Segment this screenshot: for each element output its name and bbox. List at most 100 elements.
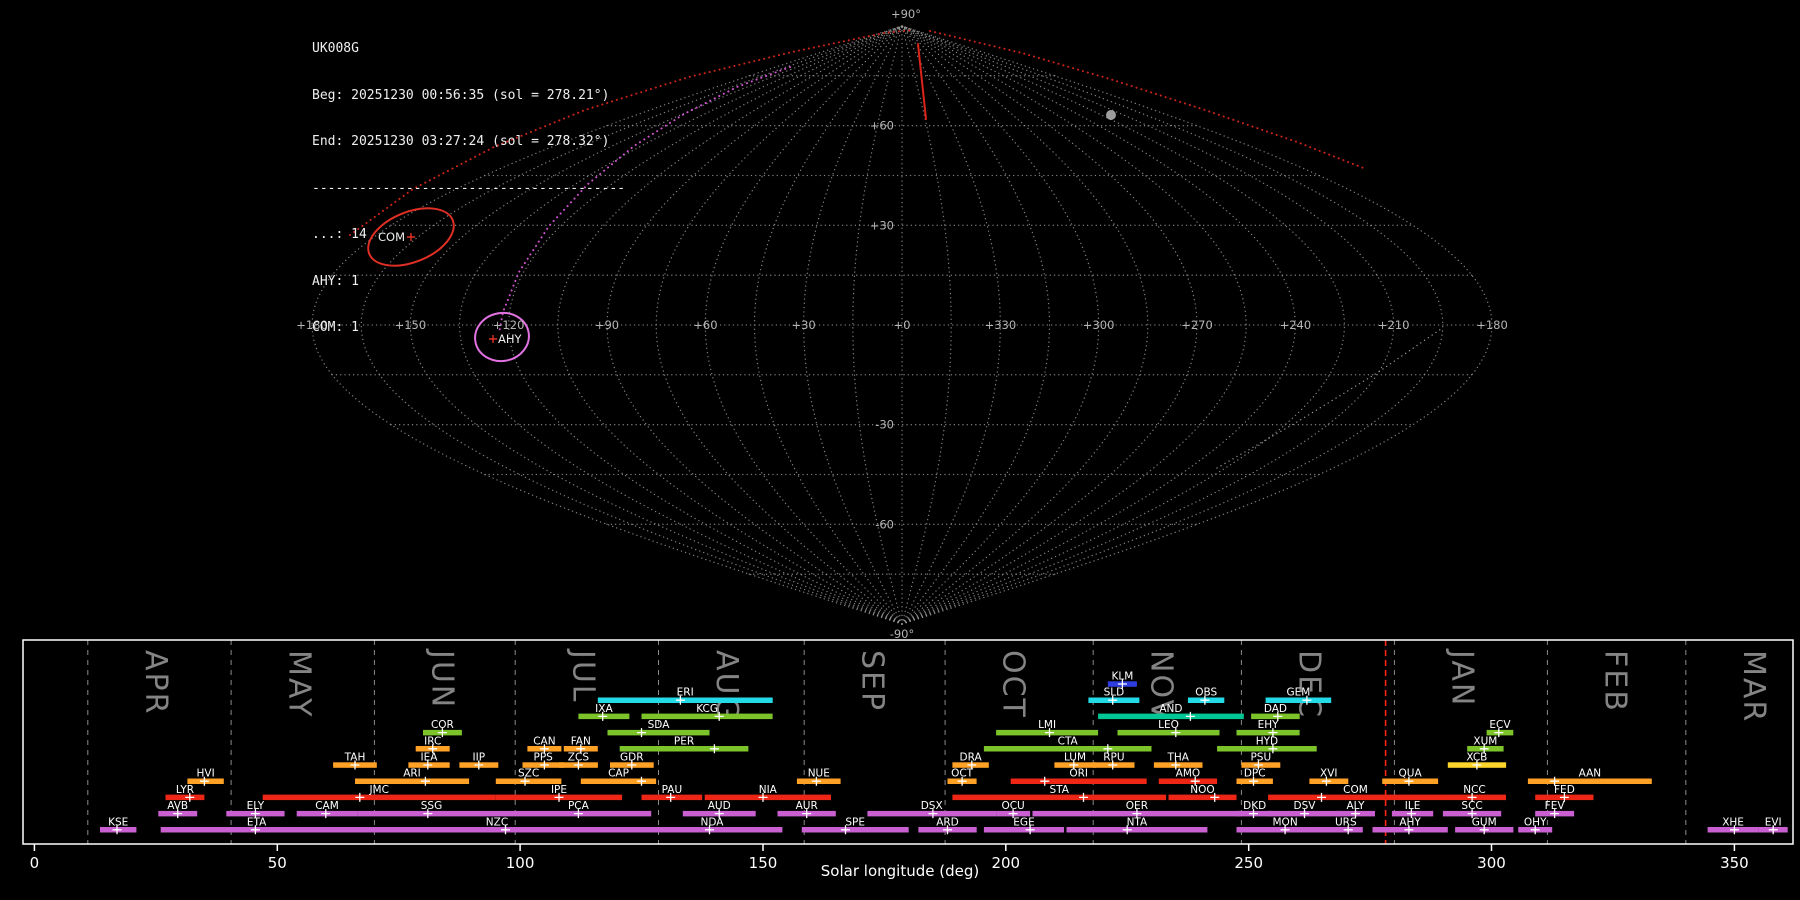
shower-label-ZCS: ZCS	[568, 752, 590, 764]
month-label-JUL: JUL	[566, 648, 601, 704]
x-axis-label: Solar longitude (deg)	[820, 862, 980, 880]
shower-label-DPC: DPC	[1244, 768, 1266, 780]
shower-label-PER: PER	[674, 735, 694, 747]
shower-label-HVI: HVI	[197, 768, 215, 780]
shower-label-STA: STA	[1049, 784, 1069, 796]
shower-label-XUM: XUM	[1473, 735, 1497, 747]
shower-label-PCA: PCA	[568, 800, 590, 812]
shower-label-DSX: DSX	[921, 800, 943, 812]
shower-label-QUA: QUA	[1399, 768, 1423, 780]
shower-label-GEM: GEM	[1286, 687, 1310, 699]
shower-label-ARD: ARD	[936, 816, 959, 828]
shower-label-ELY: ELY	[247, 800, 265, 812]
shower-label-JMC: JMC	[368, 784, 389, 796]
count-com: COM: 1	[312, 320, 359, 335]
month-label-JUN: JUN	[425, 648, 460, 709]
shower-label-ARI: ARI	[403, 768, 421, 780]
shower-label-LYR: LYR	[176, 784, 194, 796]
shower-label-THA: THA	[1166, 752, 1189, 764]
shower-label-IXA: IXA	[595, 703, 613, 715]
obs-begin: Beg: 20251230 00:56:35 (sol = 278.21°)	[312, 87, 610, 103]
shower-label-DAD: DAD	[1264, 703, 1287, 715]
shower-label-PPS: PPS	[534, 752, 554, 764]
shower-label-KSE: KSE	[108, 816, 128, 828]
shower-label-SLD: SLD	[1104, 687, 1125, 699]
shower-label-NIA: NIA	[759, 784, 778, 796]
lon-label: +300	[1083, 318, 1115, 332]
shower-label-LEO: LEO	[1158, 719, 1179, 731]
shower-label-DKD: DKD	[1243, 800, 1266, 812]
shower-label-ECV: ECV	[1489, 719, 1511, 731]
lat-label: -30	[875, 418, 894, 432]
shower-label-NDA: NDA	[701, 816, 725, 828]
shower-label-AND: AND	[1159, 703, 1182, 715]
shower-label-SPE: SPE	[845, 816, 865, 828]
obs-end: End: 20251230 03:27:24 (sol = 278.32°)	[312, 134, 610, 149]
shower-label-ETA: ETA	[247, 816, 267, 828]
shower-label-COR: COR	[431, 719, 454, 731]
shower-label-ILE: ILE	[1405, 800, 1421, 812]
peak-marker-PER	[709, 744, 719, 754]
shower-label-CAM: CAM	[315, 800, 339, 812]
shower-label-MON: MON	[1273, 816, 1298, 828]
month-label-SEP: SEP	[855, 650, 890, 712]
shower-label-TAH: TAH	[344, 752, 366, 764]
shower-label-LMI: LMI	[1038, 719, 1056, 731]
shower-label-EGE: EGE	[1013, 816, 1034, 828]
month-label-DEC: DEC	[1292, 650, 1327, 719]
shower-label-XCB: XCB	[1466, 752, 1487, 764]
shower-label-GUM: GUM	[1472, 816, 1497, 828]
activity-timeline: APR MAY JUN JUL AUG SEP OCT NOV DEC JAN FEB MARKLME…	[22, 639, 1794, 872]
shower-label-EVI: EVI	[1765, 816, 1782, 828]
peak-marker-CAP	[637, 776, 646, 786]
shower-label-FAN: FAN	[571, 735, 591, 747]
shower-label-DRA: DRA	[960, 752, 983, 764]
shower-label-URS: URS	[1335, 816, 1357, 828]
lat-label: -60	[875, 517, 894, 531]
shower-label-SZC: SZC	[518, 768, 539, 780]
shower-label-FED: FED	[1554, 784, 1575, 796]
shower-label-GDR: GDR	[620, 752, 644, 764]
shower-label-COM: COM	[1343, 784, 1368, 796]
shower-label-PSU: PSU	[1250, 752, 1271, 764]
shower-label-OCU: OCU	[1001, 800, 1024, 812]
pole-label-bottom: -90°	[890, 627, 915, 641]
lon-label: +330	[985, 318, 1017, 332]
month-label-JAN: JAN	[1445, 648, 1480, 707]
peak-marker-JMC	[355, 792, 365, 802]
shower-label-AUD: AUD	[708, 800, 731, 812]
month-label-MAY: MAY	[281, 650, 316, 718]
shower-label-IIP: IIP	[473, 752, 486, 764]
shower-label-NCC: NCC	[1463, 784, 1486, 796]
shower-label-OER: OER	[1126, 800, 1148, 812]
meridian-line	[803, 25, 903, 625]
shower-label-OBS: OBS	[1195, 687, 1217, 699]
lat-label: +30	[870, 218, 894, 232]
lat-label: +60	[870, 119, 894, 133]
shower-label-SDA: SDA	[648, 719, 671, 731]
count-ahy: AHY: 1	[312, 273, 359, 289]
lon-label: +60	[693, 318, 717, 332]
shower-label-NTA: NTA	[1127, 816, 1148, 828]
shower-label-SCC: SCC	[1461, 800, 1482, 812]
shower-label-AVB: AVB	[167, 800, 188, 812]
peak-marker-ARI	[420, 776, 430, 786]
lon-label: +30	[791, 318, 815, 332]
shower-label-EHY: EHY	[1258, 719, 1280, 731]
info-block: UK008G Beg: 20251230 00:56:35 (sol = 278…	[312, 10, 625, 351]
shower-label-AHY: AHY	[1399, 816, 1421, 828]
shower-label-OCT: OCT	[951, 768, 974, 780]
lon-label: +210	[1378, 318, 1410, 332]
shower-label-NOO: NOO	[1190, 784, 1214, 796]
pole-pointer-red	[917, 43, 927, 120]
lon-label: +180	[1476, 318, 1508, 332]
peak-marker-STA	[1079, 792, 1088, 802]
shower-label-KLM: KLM	[1112, 671, 1134, 683]
lon-label: +240	[1280, 318, 1312, 332]
shower-label-ALY: ALY	[1346, 800, 1365, 812]
shower-label-HYD: HYD	[1256, 735, 1278, 747]
pole-label-top: +90°	[891, 7, 921, 21]
shower-label-CTA: CTA	[1058, 735, 1079, 747]
shower-label-IEA: IEA	[421, 752, 439, 764]
shower-label-AMO: AMO	[1176, 768, 1201, 780]
